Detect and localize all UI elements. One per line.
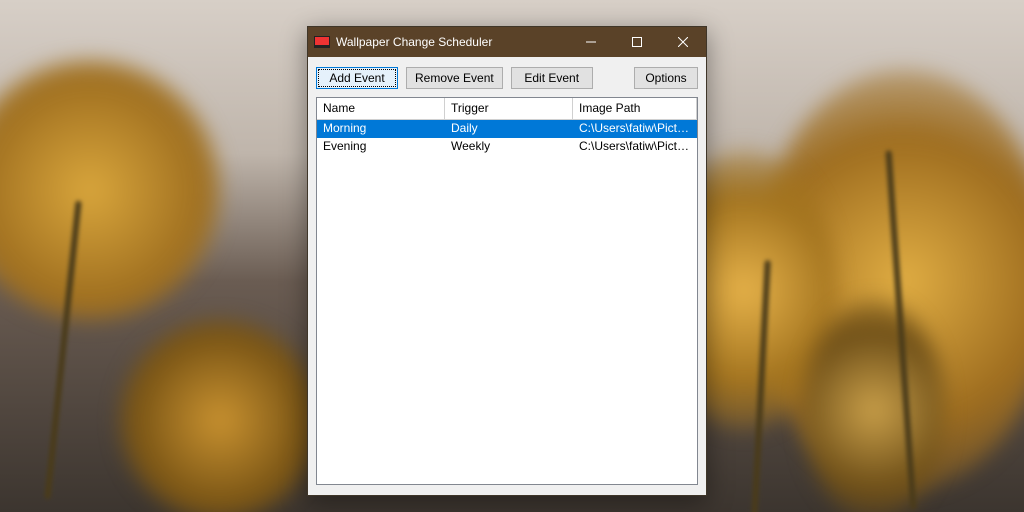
- bg-decor: [120, 320, 320, 512]
- events-listview[interactable]: Name Trigger Image Path Morning Daily C:…: [316, 97, 698, 485]
- close-button[interactable]: [660, 27, 706, 57]
- bg-decor: [804, 300, 944, 512]
- bg-decor: [0, 60, 220, 320]
- cell-image-path: C:\Users\fatiw\Pictures\wall...: [573, 120, 697, 138]
- table-row[interactable]: Evening Weekly C:\Users\fatiw\Pictures\w…: [317, 138, 697, 156]
- cell-trigger: Daily: [445, 120, 573, 138]
- cell-name: Morning: [317, 120, 445, 138]
- maximize-icon: [632, 37, 642, 47]
- table-row[interactable]: Morning Daily C:\Users\fatiw\Pictures\wa…: [317, 120, 697, 138]
- minimize-button[interactable]: [568, 27, 614, 57]
- bg-decor: [44, 201, 81, 500]
- bg-decor: [751, 260, 771, 512]
- toolbar: Add Event Remove Event Edit Event Option…: [308, 57, 706, 97]
- listview-body: Morning Daily C:\Users\fatiw\Pictures\wa…: [317, 120, 697, 484]
- cell-trigger: Weekly: [445, 138, 573, 156]
- options-button[interactable]: Options: [634, 67, 698, 89]
- app-icon: [314, 36, 330, 48]
- minimize-icon: [586, 37, 596, 47]
- listview-header: Name Trigger Image Path: [317, 98, 697, 120]
- app-window: Wallpaper Change Scheduler Add Event Rem…: [307, 26, 707, 496]
- close-icon: [678, 37, 688, 47]
- bg-decor: [885, 150, 916, 510]
- edit-event-button[interactable]: Edit Event: [511, 67, 593, 89]
- bg-decor: [754, 70, 1024, 490]
- column-header-name[interactable]: Name: [317, 98, 445, 120]
- remove-event-button[interactable]: Remove Event: [406, 67, 503, 89]
- column-header-trigger[interactable]: Trigger: [445, 98, 573, 120]
- column-header-image-path[interactable]: Image Path: [573, 98, 697, 120]
- cell-image-path: C:\Users\fatiw\Pictures\wall...: [573, 138, 697, 156]
- add-event-button[interactable]: Add Event: [316, 67, 398, 89]
- maximize-button[interactable]: [614, 27, 660, 57]
- titlebar[interactable]: Wallpaper Change Scheduler: [308, 27, 706, 57]
- window-title: Wallpaper Change Scheduler: [336, 35, 568, 49]
- cell-name: Evening: [317, 138, 445, 156]
